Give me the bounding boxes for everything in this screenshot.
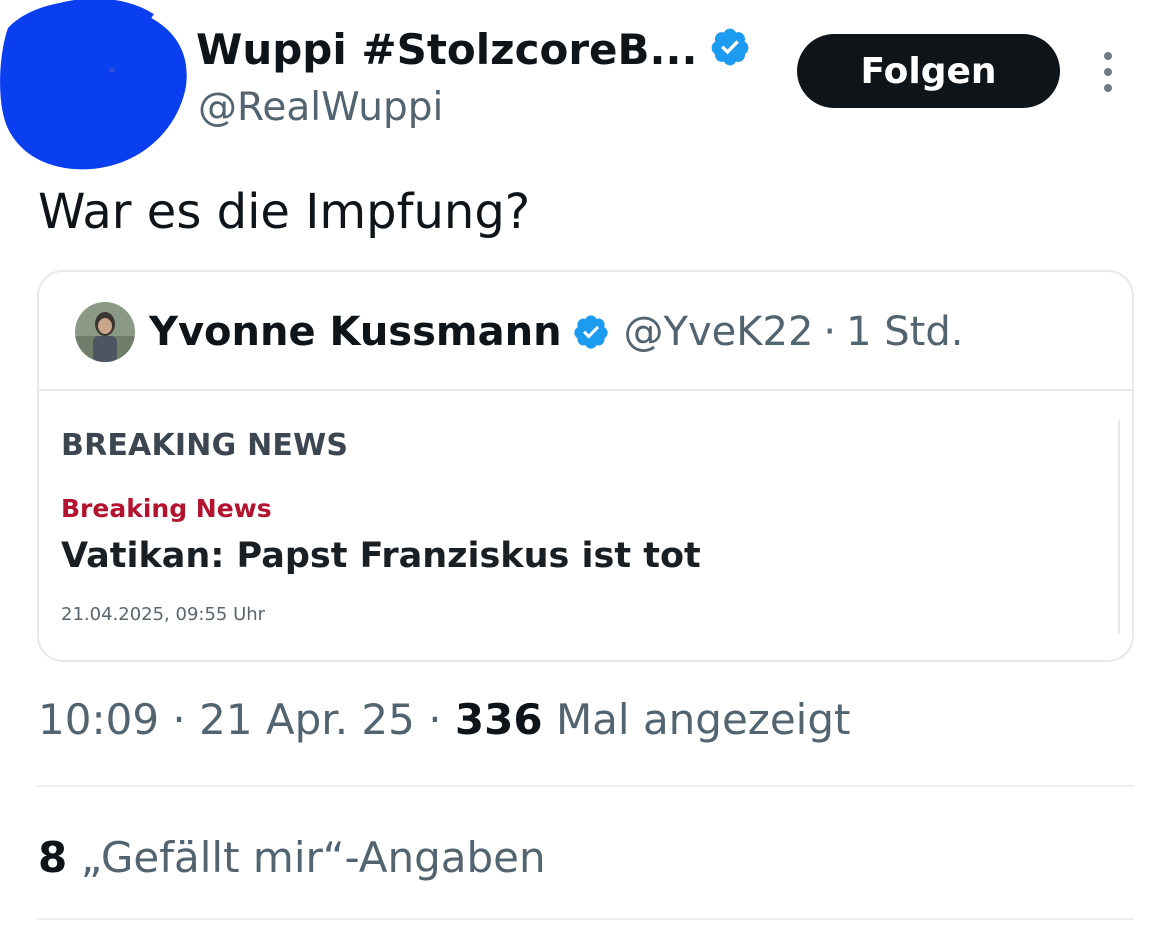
news-kicker: Breaking News bbox=[61, 494, 272, 523]
separator-dot: · bbox=[823, 309, 837, 355]
quoted-author-handle[interactable]: @YveK22 bbox=[624, 309, 814, 355]
tweet-time[interactable]: 10:09 bbox=[38, 695, 159, 744]
quoted-tweet-divider bbox=[39, 389, 1132, 391]
views-label: Mal angezeigt bbox=[542, 695, 851, 744]
quoted-author-avatar[interactable] bbox=[75, 302, 135, 362]
author-handle[interactable]: @RealWuppi bbox=[198, 88, 443, 127]
news-date: 21.04.2025, 09:55 Uhr bbox=[61, 604, 266, 625]
author-name-row[interactable]: Wuppi #StolzcoreB... bbox=[196, 26, 751, 73]
separator-dot: · bbox=[159, 695, 200, 744]
more-vertical-icon[interactable] bbox=[1094, 48, 1122, 96]
more-dot bbox=[1104, 68, 1112, 76]
divider bbox=[37, 785, 1134, 787]
news-section-label: BREAKING NEWS bbox=[61, 428, 349, 463]
embedded-card-edge bbox=[1118, 420, 1120, 634]
avatar-redaction-scribble bbox=[0, 0, 187, 170]
verified-badge-icon bbox=[572, 313, 610, 351]
quoted-tweet-time[interactable]: 1 Std. bbox=[846, 309, 963, 355]
likes-count: 8 bbox=[38, 833, 68, 882]
tweet-date[interactable]: 21 Apr. 25 bbox=[199, 695, 415, 744]
quoted-author-name[interactable]: Yvonne Kussmann bbox=[149, 309, 562, 355]
tweet-text: War es die Impfung? bbox=[38, 184, 531, 240]
more-dot bbox=[1104, 84, 1112, 92]
views-count: 336 bbox=[454, 695, 543, 744]
divider bbox=[37, 918, 1134, 920]
follow-button[interactable]: Folgen bbox=[797, 34, 1060, 108]
likes-row[interactable]: 8 „Gefällt mir“-Angaben bbox=[38, 833, 546, 882]
tweet-meta: 10:09 · 21 Apr. 25 · 336 Mal angezeigt bbox=[38, 695, 850, 744]
quoted-tweet-card[interactable]: Yvonne Kussmann @YveK22 · 1 Std. BREAKIN… bbox=[37, 270, 1134, 662]
author-display-name[interactable]: Wuppi #StolzcoreB... bbox=[196, 28, 697, 71]
likes-label: „Gefällt mir“-Angaben bbox=[67, 833, 546, 882]
separator-dot: · bbox=[414, 695, 455, 744]
verified-badge-icon bbox=[709, 26, 751, 73]
more-dot bbox=[1104, 52, 1112, 60]
quoted-tweet-header: Yvonne Kussmann @YveK22 · 1 Std. bbox=[75, 302, 963, 362]
author-avatar[interactable] bbox=[0, 0, 190, 170]
news-headline: Vatikan: Papst Franziskus ist tot bbox=[61, 536, 701, 576]
